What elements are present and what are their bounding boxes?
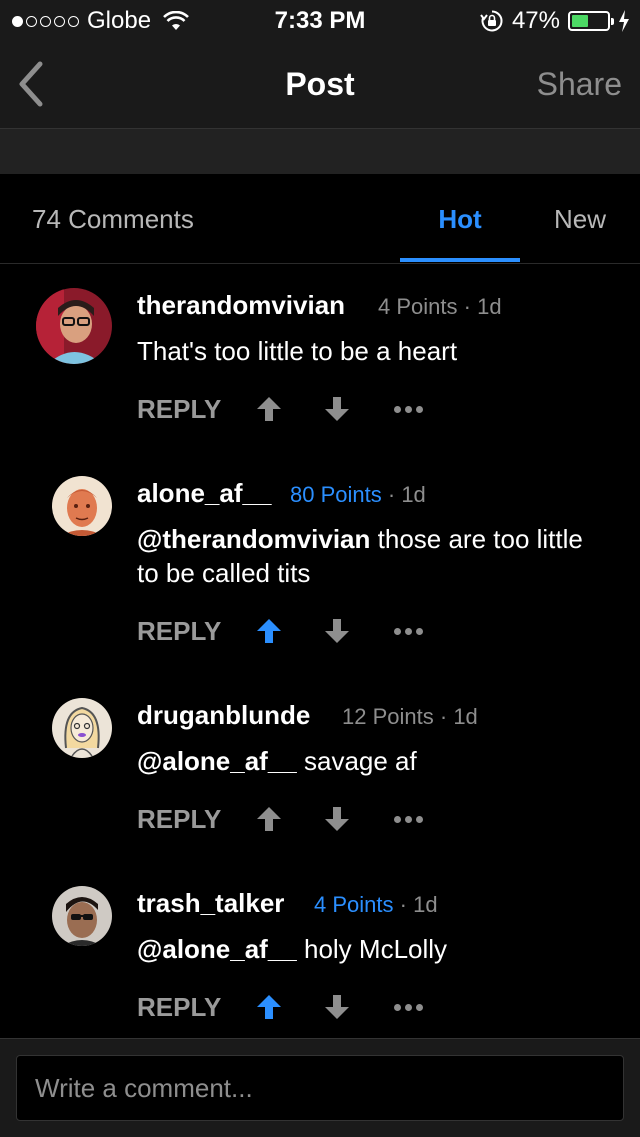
post-header-strip (0, 129, 640, 174)
comments-tab-bar: 74 Comments Hot New (0, 174, 640, 264)
orientation-lock-icon (480, 10, 503, 32)
navigation-bar: Post Share (0, 40, 640, 129)
comment-item: trash_talker 4 Points · 1d @alone_af__ h… (0, 886, 640, 1028)
upvote-arrow-icon (257, 397, 281, 421)
comment-text: That's too little to be a heart (137, 334, 607, 368)
dot (415, 405, 423, 413)
comment-author[interactable]: trash_talker (137, 888, 284, 919)
more-options-button[interactable] (388, 614, 428, 648)
comment-actions: REPLY (137, 614, 428, 648)
dot (415, 815, 423, 823)
comment-composer (0, 1038, 640, 1137)
comment-body: savage af (296, 746, 417, 776)
comment-actions: REPLY (137, 392, 428, 426)
comment-points: 4 Points (314, 892, 394, 917)
avatar[interactable] (52, 476, 112, 536)
comment-points: 80 Points (290, 482, 382, 507)
tab-hot[interactable]: Hot (400, 204, 520, 235)
comment-body: holy McLolly (296, 934, 448, 964)
comment-item: therandomvivian 4 Points · 1d That's too… (0, 288, 640, 430)
reply-button[interactable]: REPLY (137, 394, 252, 425)
comment-points: 12 Points (342, 704, 434, 729)
dot (404, 1003, 412, 1011)
battery-icon (568, 11, 614, 31)
reply-button[interactable]: REPLY (137, 992, 252, 1023)
downvote-arrow-icon (325, 397, 349, 421)
comment-text: @alone_af__ savage af (137, 744, 607, 778)
downvote-button[interactable] (320, 802, 354, 836)
comment-item: alone_af__ 80 Points · 1d @therandomvivi… (0, 476, 640, 648)
comment-age: 1d (453, 704, 478, 729)
comment-age: 1d (401, 482, 426, 507)
comment-meta: 4 Points · 1d (314, 892, 438, 918)
downvote-button[interactable] (320, 392, 354, 426)
battery-percent: 47% (511, 7, 560, 34)
comment-age: 1d (477, 294, 502, 319)
status-bar: Globe 7:33 PM 47% (0, 0, 640, 40)
comment-actions: REPLY (137, 802, 428, 836)
comment-text: @therandomvivian those are too little to… (137, 522, 607, 590)
tab-new[interactable]: New (540, 204, 620, 235)
comment-item: druganblunde 12 Points · 1d @alone_af__ … (0, 698, 640, 840)
downvote-arrow-icon (325, 995, 349, 1019)
dot (404, 405, 412, 413)
more-options-button[interactable] (388, 802, 428, 836)
comment-age: 1d (413, 892, 438, 917)
comments-count: 74 Comments (32, 204, 194, 234)
share-button[interactable]: Share (537, 66, 622, 103)
upvote-arrow-icon (257, 619, 281, 643)
downvote-button[interactable] (320, 614, 354, 648)
dot (393, 815, 401, 823)
dot (393, 1003, 401, 1011)
meta-separator: · (399, 892, 407, 917)
downvote-arrow-icon (325, 807, 349, 831)
comment-author[interactable]: alone_af__ (137, 478, 271, 509)
reply-button[interactable]: REPLY (137, 616, 252, 647)
reply-button[interactable]: REPLY (137, 804, 252, 835)
charging-bolt-icon (619, 10, 629, 32)
dot (404, 815, 412, 823)
comment-text: @alone_af__ holy McLolly (137, 932, 607, 966)
comment-points: 4 Points (378, 294, 458, 319)
more-options-button[interactable] (388, 392, 428, 426)
comment-input[interactable] (16, 1055, 624, 1121)
active-tab-indicator (400, 258, 520, 262)
meta-separator: · (439, 704, 448, 729)
dot (415, 1003, 423, 1011)
upvote-arrow-icon (257, 995, 281, 1019)
comment-mention[interactable]: @alone_af__ (137, 934, 297, 964)
upvote-button[interactable] (252, 990, 286, 1024)
downvote-button[interactable] (320, 990, 354, 1024)
status-right: 47% (480, 6, 630, 36)
comment-meta: 80 Points · 1d (290, 482, 426, 508)
dot (393, 627, 401, 635)
comment-mention[interactable]: @alone_af__ (137, 746, 297, 776)
upvote-button[interactable] (252, 392, 286, 426)
downvote-arrow-icon (325, 619, 349, 643)
comment-actions: REPLY (137, 990, 428, 1024)
comment-body: That's too little to be a heart (137, 336, 458, 366)
upvote-button[interactable] (252, 802, 286, 836)
meta-separator: · (387, 482, 396, 507)
comment-author[interactable]: therandomvivian (137, 290, 345, 321)
comment-meta: 4 Points · 1d (378, 294, 502, 320)
more-options-button[interactable] (388, 990, 428, 1024)
upvote-arrow-icon (257, 807, 281, 831)
upvote-button[interactable] (252, 614, 286, 648)
dot (404, 627, 412, 635)
avatar[interactable] (36, 288, 112, 364)
dot (393, 405, 401, 413)
avatar[interactable] (52, 886, 112, 946)
meta-separator: · (463, 294, 471, 319)
comment-mention[interactable]: @therandomvivian (137, 524, 370, 554)
avatar[interactable] (52, 698, 112, 758)
battery-fill (572, 15, 588, 27)
comment-author[interactable]: druganblunde (137, 700, 310, 731)
comment-meta: 12 Points · 1d (342, 704, 478, 730)
dot (415, 627, 423, 635)
